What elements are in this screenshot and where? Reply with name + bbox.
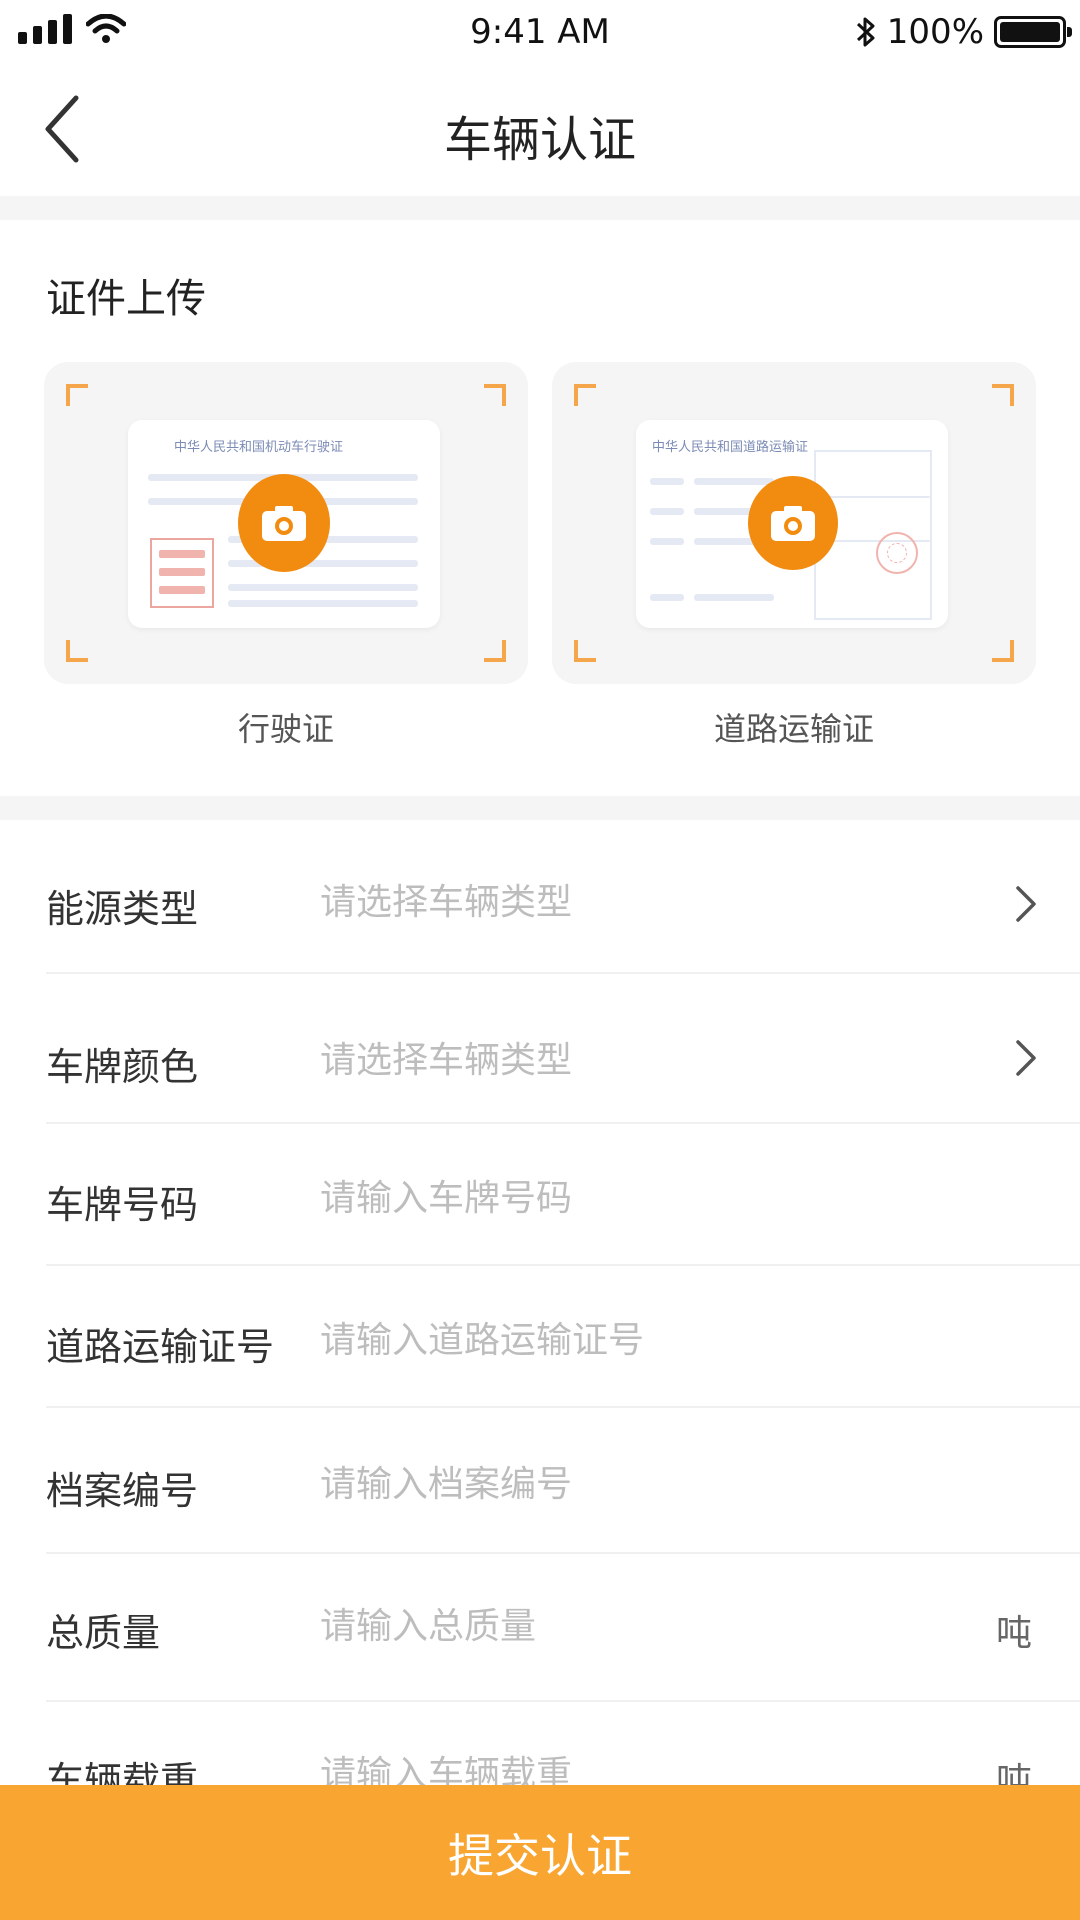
doc-title: 中华人民共和国机动车行驶证: [174, 440, 344, 455]
driving-license-label: 行驶证: [237, 710, 334, 748]
doc-title: 中华人民共和国道路运输证: [652, 440, 809, 455]
upload-section-title: 证件上传: [46, 276, 206, 322]
vehicle-load-row[interactable]: 车辆载重 吨: [46, 1702, 1080, 1803]
nav-bar: 车辆认证: [0, 66, 1080, 196]
chevron-right-icon: [1016, 886, 1036, 922]
transport-permit-number-row[interactable]: 道路运输证号: [46, 1266, 1080, 1406]
total-mass-row[interactable]: 总质量 吨: [46, 1554, 1080, 1698]
seal-icon: [876, 532, 918, 574]
section-divider: [0, 796, 1080, 820]
total-mass-input[interactable]: [320, 1598, 980, 1654]
camera-icon: [748, 476, 838, 570]
file-number-row[interactable]: 档案编号: [46, 1408, 1080, 1552]
energy-type-select[interactable]: [320, 874, 980, 930]
row-label: 总质量: [46, 1611, 161, 1655]
battery-icon: [994, 16, 1072, 48]
row-label: 车牌颜色: [46, 1045, 199, 1089]
row-label: 道路运输证号: [46, 1325, 275, 1369]
row-label: 车牌号码: [46, 1183, 199, 1227]
bluetooth-icon: [856, 17, 875, 47]
battery-percent: 100%: [886, 12, 984, 52]
submit-button[interactable]: 提交认证: [0, 1785, 1080, 1920]
road-transport-permit-upload[interactable]: 中华人民共和国道路运输证: [552, 362, 1036, 684]
road-transport-permit-label: 道路运输证: [713, 710, 874, 748]
row-label: 档案编号: [46, 1469, 199, 1513]
file-number-input[interactable]: [320, 1456, 980, 1512]
unit-label: 吨: [996, 1613, 1033, 1654]
chevron-right-icon: [1016, 1040, 1036, 1076]
energy-type-row[interactable]: 能源类型: [46, 842, 1080, 958]
page-title: 车辆认证: [443, 112, 636, 168]
plate-number-input[interactable]: [320, 1170, 980, 1226]
plate-color-row[interactable]: 车牌颜色: [46, 974, 1080, 1122]
status-bar: 9:41 AM 100%: [0, 0, 1080, 66]
plate-number-row[interactable]: 车牌号码: [46, 1124, 1080, 1264]
section-divider: [0, 196, 1080, 220]
row-label: 能源类型: [46, 887, 199, 931]
transport-permit-number-input[interactable]: [320, 1312, 980, 1368]
plate-color-select[interactable]: [320, 1032, 980, 1088]
driving-license-upload[interactable]: 中华人民共和国机动车行驶证: [44, 362, 528, 684]
camera-icon: [238, 474, 330, 572]
